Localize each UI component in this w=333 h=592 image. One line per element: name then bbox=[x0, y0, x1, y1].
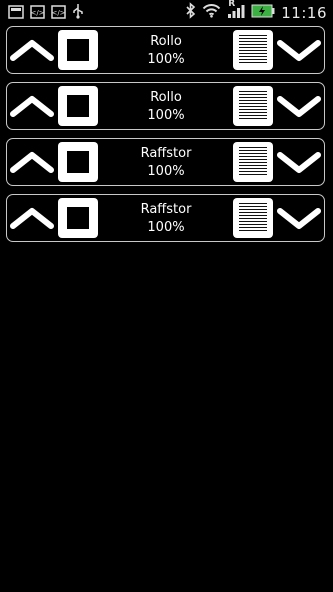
blind-control-row: Rollo 100% bbox=[6, 82, 325, 130]
chevron-down-icon[interactable] bbox=[277, 203, 321, 233]
blind-shade-button[interactable] bbox=[233, 30, 273, 70]
wifi-icon bbox=[202, 3, 221, 22]
status-bar-notifications: </> </> bbox=[8, 3, 84, 23]
signal-icon: R bbox=[227, 0, 245, 23]
usb-icon bbox=[72, 3, 84, 23]
bluetooth-icon bbox=[185, 2, 196, 23]
blind-shade-button[interactable] bbox=[233, 142, 273, 182]
svg-text:</>: </> bbox=[30, 9, 44, 17]
signal-roaming-letter: R bbox=[228, 0, 236, 9]
blind-name: Rollo bbox=[150, 90, 182, 105]
stop-button[interactable] bbox=[58, 86, 98, 126]
blind-slats-icon bbox=[239, 203, 267, 233]
blind-name: Raffstor bbox=[140, 146, 192, 161]
stop-button[interactable] bbox=[58, 30, 98, 70]
code-notification-icon: </> bbox=[51, 4, 66, 23]
clock-time: 11:16 bbox=[281, 3, 327, 22]
chevron-down-icon[interactable] bbox=[277, 35, 321, 65]
chevron-up-icon[interactable] bbox=[10, 147, 54, 177]
status-bar: </> </> R 11:16 bbox=[0, 0, 333, 23]
chevron-up-icon[interactable] bbox=[10, 91, 54, 121]
blind-control-row: Raffstor 100% bbox=[6, 138, 325, 186]
chevron-down-icon[interactable] bbox=[277, 91, 321, 121]
blind-name: Raffstor bbox=[140, 202, 192, 217]
blind-shade-button[interactable] bbox=[233, 198, 273, 238]
battery-charging-icon bbox=[251, 3, 275, 22]
stop-icon bbox=[67, 151, 89, 173]
svg-text:</>: </> bbox=[51, 9, 65, 17]
blind-shade-button[interactable] bbox=[233, 86, 273, 126]
blind-slats-icon bbox=[239, 147, 267, 177]
stop-icon bbox=[67, 39, 89, 61]
blind-control-row: Raffstor 100% bbox=[6, 194, 325, 242]
blind-position: 100% bbox=[147, 164, 185, 179]
chevron-up-icon[interactable] bbox=[10, 203, 54, 233]
code-notification-icon: </> bbox=[30, 4, 45, 23]
chevron-down-icon[interactable] bbox=[277, 147, 321, 177]
blind-position: 100% bbox=[147, 108, 185, 123]
stop-button[interactable] bbox=[58, 142, 98, 182]
stop-icon bbox=[67, 207, 89, 229]
blind-position: 100% bbox=[147, 52, 185, 67]
blind-slats-icon bbox=[239, 35, 267, 65]
blind-name: Rollo bbox=[150, 34, 182, 49]
chevron-up-icon[interactable] bbox=[10, 35, 54, 65]
notification-square-icon bbox=[8, 4, 24, 23]
blind-slats-icon bbox=[239, 91, 267, 121]
status-bar-system: R 11:16 bbox=[185, 0, 327, 23]
blind-position: 100% bbox=[147, 220, 185, 235]
blind-control-row: Rollo 100% bbox=[6, 26, 325, 74]
stop-icon bbox=[67, 95, 89, 117]
stop-button[interactable] bbox=[58, 198, 98, 238]
